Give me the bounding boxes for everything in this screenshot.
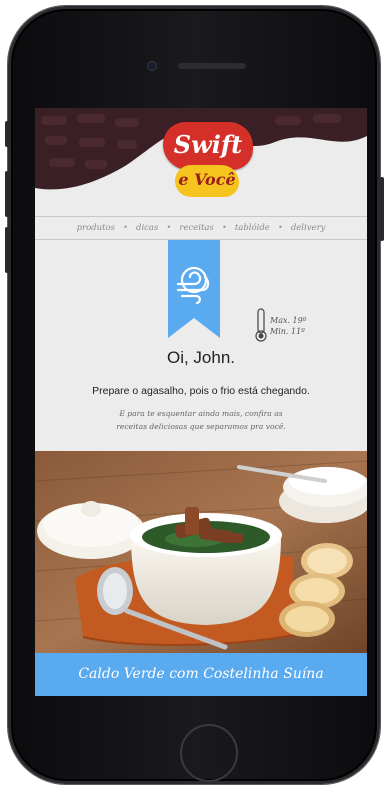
greeting-title: Oi, John. [166,348,236,367]
nav-item-produtos[interactable]: produtos [77,223,115,233]
temp-max: Max. 19º [270,316,307,325]
nav-separator: • [166,223,172,233]
nav-item-dicas[interactable]: dicas [136,223,158,233]
intro-note: E para te esquentar ainda mais, confira … [95,407,307,433]
front-camera [147,61,157,71]
home-button[interactable] [180,724,238,782]
temperature-readout: Max. 19º Min. 11º [270,315,307,337]
email-screen: Swift e Você produtos • dicas • receitas… [35,108,367,696]
nav-item-tabloide[interactable]: tablóide [235,223,270,233]
nav-item-receitas[interactable]: receitas [179,223,213,233]
mute-switch [5,121,9,147]
power-button [380,177,384,241]
header: Swift e Você [35,108,367,216]
recipe-photo[interactable] [35,451,367,653]
logo-swift[interactable]: Swift [163,122,253,170]
volume-up-button [5,171,9,217]
volume-down-button [5,227,9,273]
temp-min: Min. 11º [270,327,305,336]
nav-separator: • [221,223,227,233]
nav-separator: • [123,223,129,233]
wind-icon [168,240,220,338]
greeting-subtitle: Prepare o agasalho, pois o frio está che… [92,385,310,397]
logo-tagline: e Você [175,165,239,197]
main-nav: produtos • dicas • receitas • tablóide •… [35,216,367,240]
thermometer-icon [255,308,267,342]
earpiece-speaker [178,63,246,69]
intro-note-line: receitas deliciosas que separamos pra vo… [116,422,286,431]
nav-separator: • [277,223,283,233]
intro-note-line: E para te esquentar ainda mais, confira … [119,409,283,418]
recipe-title[interactable]: Caldo Verde com Costelinha Suína [35,653,367,696]
nav-item-delivery[interactable]: delivery [291,223,326,233]
